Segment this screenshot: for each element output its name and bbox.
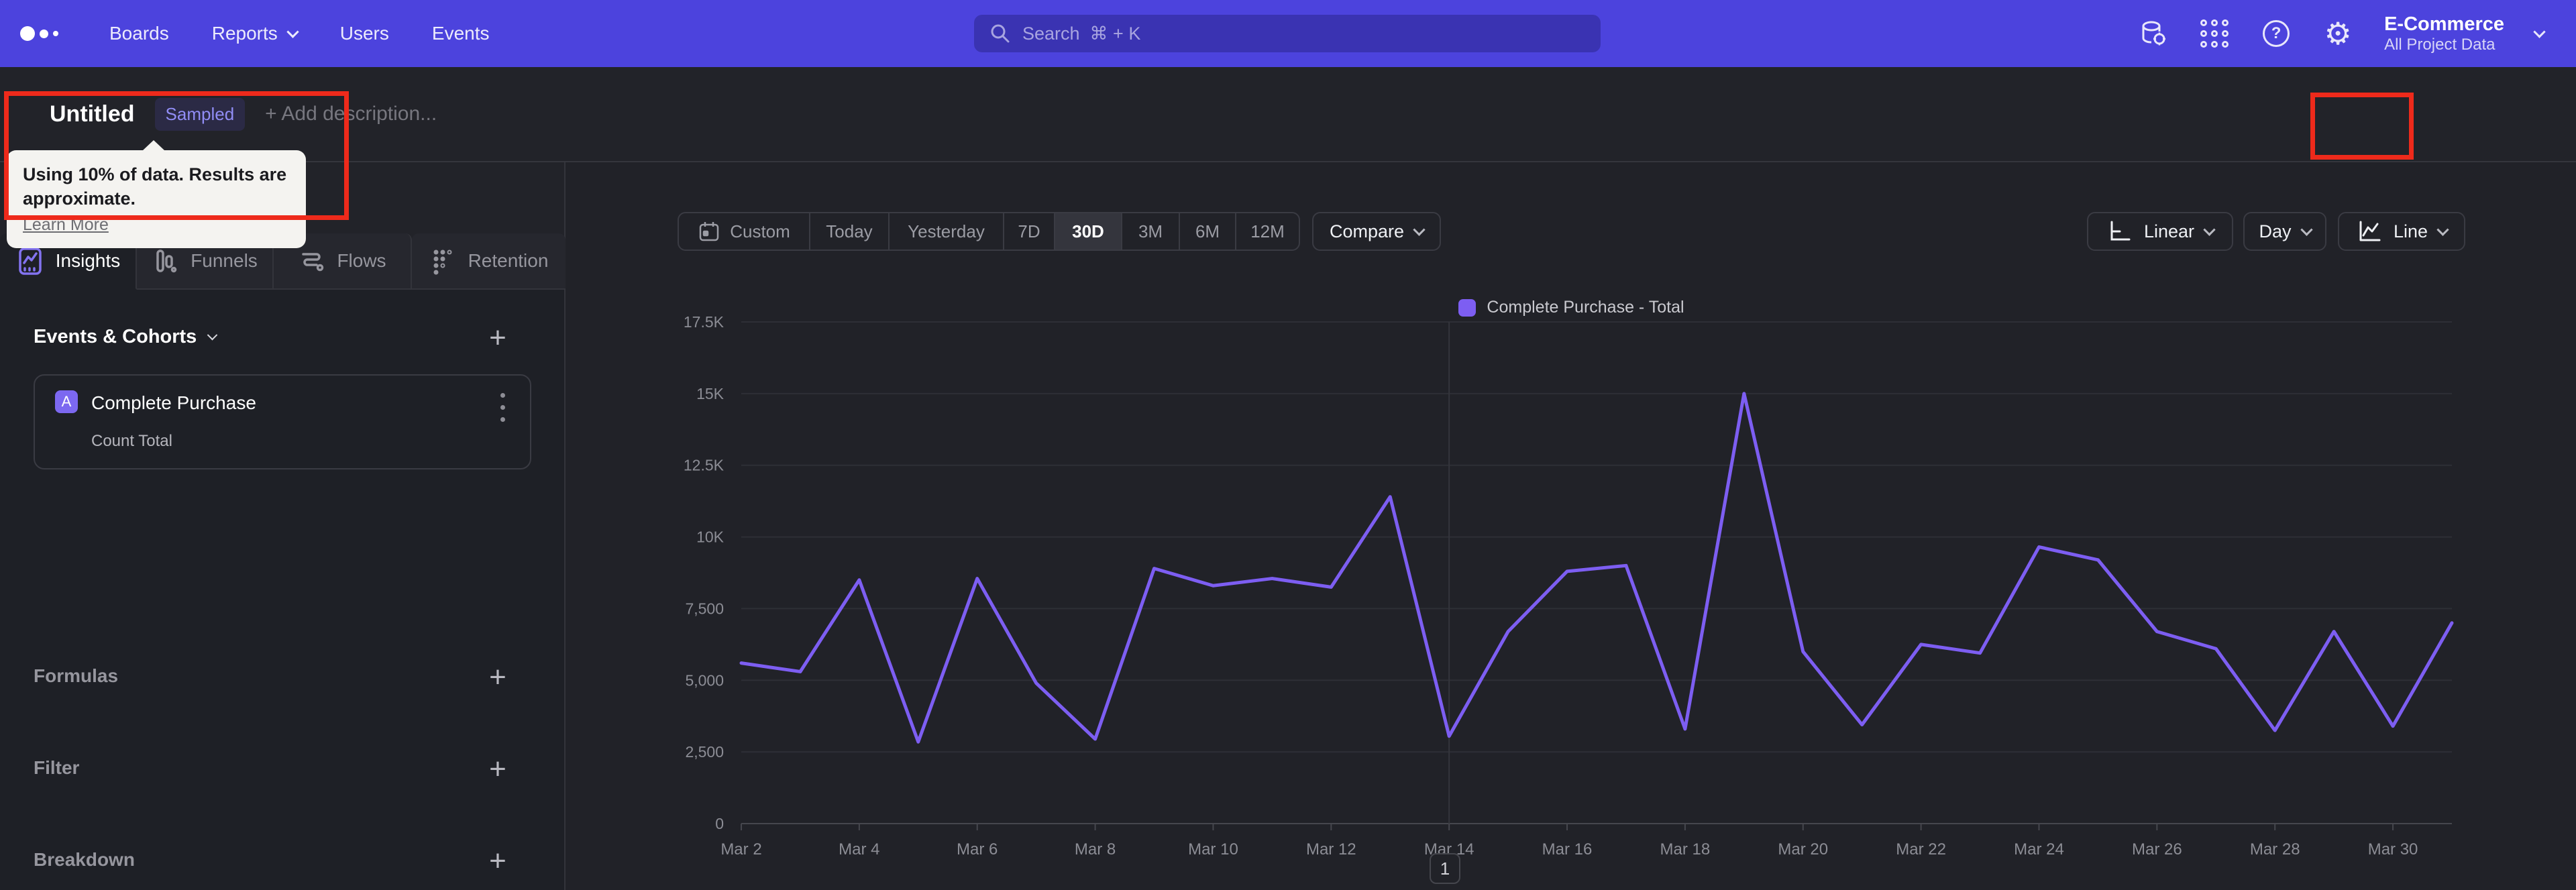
nav-item-reports[interactable]: Reports [212, 23, 299, 44]
svg-text:Mar 30: Mar 30 [2368, 840, 2418, 858]
nav-item-boards[interactable]: Boards [109, 23, 169, 44]
svg-text:Mar 16: Mar 16 [1542, 840, 1593, 858]
chevron-down-icon [286, 25, 299, 38]
svg-text:Mar 28: Mar 28 [2250, 840, 2300, 858]
nav-left: Boards Reports Users Events [20, 0, 490, 67]
apps-grid-icon[interactable] [2199, 18, 2230, 49]
retention-icon [433, 249, 452, 275]
mixpanel-logo-icon[interactable] [20, 26, 58, 41]
query-sidebar: Insights Funnels Flows Retention Events … [0, 162, 566, 890]
logo-dot [20, 26, 35, 41]
svg-text:Mar 20: Mar 20 [1778, 840, 1828, 858]
global-search[interactable] [974, 15, 1601, 52]
funnels-icon [156, 249, 177, 273]
svg-text:15K: 15K [696, 385, 724, 402]
section-filter: Filter [34, 757, 80, 778]
svg-text:12.5K: 12.5K [684, 457, 724, 474]
events-cohorts-header[interactable]: Events & Cohorts [34, 326, 218, 348]
event-metric[interactable]: Count Total [91, 432, 172, 451]
svg-text:17.5K: 17.5K [684, 313, 724, 331]
svg-text:2,500: 2,500 [685, 743, 724, 761]
project-name: E-Commerce [2384, 13, 2504, 35]
svg-text:Mar 12: Mar 12 [1306, 840, 1356, 858]
logo-dot [53, 31, 58, 36]
logo-dot [40, 29, 48, 38]
project-scope: All Project Data [2384, 35, 2496, 54]
svg-text:5,000: 5,000 [685, 671, 724, 689]
svg-text:0: 0 [715, 815, 724, 832]
add-formula-button[interactable]: + [483, 661, 513, 693]
insights-icon [19, 247, 42, 275]
search-input[interactable] [1022, 23, 1586, 44]
event-name[interactable]: Complete Purchase [91, 392, 256, 414]
top-navbar: Boards Reports Users Events ? ⚙ E-Commer… [0, 0, 2576, 67]
search-icon [991, 24, 1010, 43]
svg-text:Mar 8: Mar 8 [1075, 840, 1116, 858]
tab-retention[interactable]: Retention [412, 233, 566, 290]
svg-text:Mar 24: Mar 24 [2014, 840, 2064, 858]
tooltip-learn-more-link[interactable]: Learn More [23, 215, 109, 235]
sampled-badge[interactable]: Sampled [154, 97, 246, 131]
report-title[interactable]: Untitled [50, 101, 135, 127]
svg-text:10K: 10K [696, 529, 724, 546]
svg-text:Mar 18: Mar 18 [1660, 840, 1711, 858]
add-breakdown-button[interactable]: + [483, 844, 513, 877]
report-title-group: Untitled Sampled + Add description... [50, 67, 437, 161]
nav-item-users[interactable]: Users [340, 23, 389, 44]
add-description[interactable]: + Add description... [265, 103, 437, 125]
svg-text:Mar 2: Mar 2 [720, 840, 761, 858]
section-breakdown: Breakdown [34, 849, 135, 870]
settings-gear-icon[interactable]: ⚙ [2322, 18, 2353, 49]
nav-item-events[interactable]: Events [432, 23, 490, 44]
add-filter-button[interactable]: + [483, 753, 513, 785]
flows-icon [302, 253, 324, 272]
tooltip-text: Using 10% of data. Results are approxima… [23, 164, 287, 209]
pagination-page-1[interactable]: 1 [1430, 853, 1460, 884]
nav-right: ? ⚙ E-Commerce All Project Data [2137, 0, 2546, 67]
svg-text:Mar 4: Mar 4 [839, 840, 879, 858]
svg-text:Mar 22: Mar 22 [1896, 840, 1946, 858]
series-letter-badge: A [55, 390, 78, 413]
line-chart[interactable]: 0 2,500 5,000 7,500 10K 12.5K 15K 17.5K Mar 2 Mar… [567, 162, 2576, 890]
data-management-icon[interactable] [2137, 18, 2168, 49]
chevron-down-icon [207, 329, 218, 341]
svg-text:Mar 6: Mar 6 [957, 840, 998, 858]
tooltip-arrow [142, 140, 165, 151]
svg-text:Mar 10: Mar 10 [1188, 840, 1238, 858]
chart-panel: Custom Today Yesterday 7D 30D 3M 6M 12M … [567, 162, 2576, 890]
svg-text:7,500: 7,500 [685, 600, 724, 617]
help-icon[interactable]: ? [2261, 18, 2292, 49]
project-selector[interactable]: E-Commerce All Project Data [2384, 13, 2504, 54]
section-formulas: Formulas [34, 665, 119, 686]
chevron-down-icon [2533, 25, 2546, 38]
svg-text:Mar 26: Mar 26 [2132, 840, 2182, 858]
sampling-tooltip: Using 10% of data. Results are approxima… [7, 140, 306, 248]
kebab-menu-icon[interactable] [496, 389, 509, 426]
report-header: Untitled Sampled + Add description... Sa… [0, 67, 2576, 212]
add-event-button[interactable]: + [483, 321, 513, 354]
event-card[interactable]: A Complete Purchase Count Total [34, 374, 531, 469]
